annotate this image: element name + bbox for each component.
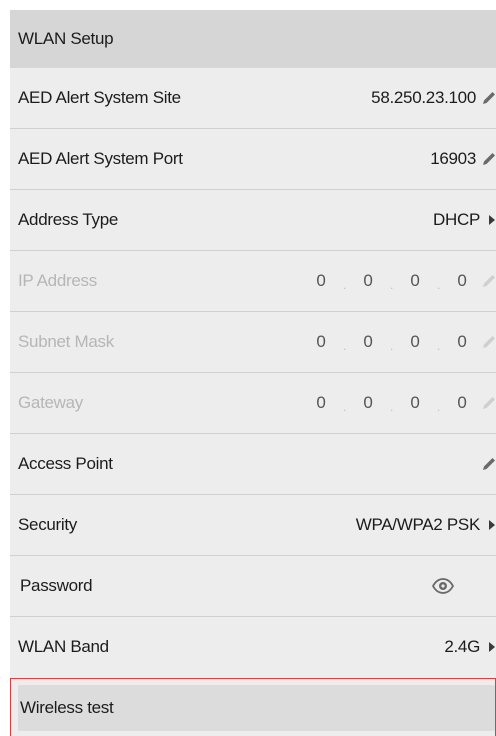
wireless-test-button[interactable]: Wireless test (18, 685, 495, 731)
security-value: WPA/WPA2 PSK (355, 515, 481, 534)
ip-dot: . (389, 278, 394, 292)
ip-octet: 0 (363, 271, 373, 290)
ip-dot: . (389, 339, 394, 353)
ip-octet: 0 (457, 393, 467, 412)
ip-octet: 0 (316, 393, 326, 412)
ip-octet: 0 (410, 393, 420, 412)
wireless-test-focus-frame: Wireless test (10, 678, 496, 736)
ip-address-field: 0 . 0 . 0 . 0 (311, 271, 472, 292)
wlan-setup-panel: WLAN Setup AED Alert System Site 58.250.… (10, 10, 496, 736)
security-label: Security (18, 515, 78, 534)
gateway-field: 0 . 0 . 0 . 0 (311, 393, 472, 414)
ip-octet: 0 (363, 332, 373, 351)
ip-octet: 0 (457, 271, 467, 290)
access-point-label: Access Point (18, 454, 113, 473)
pencil-icon (483, 336, 495, 348)
ip-dot: . (342, 400, 347, 414)
row-wlan-band[interactable]: WLAN Band 2.4G (10, 616, 496, 677)
ip-dot: . (436, 278, 441, 292)
wlan-band-value: 2.4G (444, 637, 480, 656)
ip-octet: 0 (410, 332, 420, 351)
ip-octet: 0 (316, 332, 326, 351)
aed-site-label: AED Alert System Site (18, 88, 181, 107)
ip-dot: . (389, 400, 394, 414)
pencil-icon (483, 397, 495, 409)
subnet-mask-field: 0 . 0 . 0 . 0 (311, 332, 472, 353)
eye-icon[interactable] (432, 578, 454, 594)
aed-port-label: AED Alert System Port (18, 149, 183, 168)
page-title: WLAN Setup (10, 10, 496, 68)
ip-octet: 0 (316, 271, 326, 290)
page-title-text: WLAN Setup (18, 29, 114, 48)
row-gateway: Gateway 0 . 0 . 0 . 0 (10, 372, 496, 433)
pencil-icon[interactable] (482, 152, 496, 166)
row-security[interactable]: Security WPA/WPA2 PSK (10, 494, 496, 555)
address-type-label: Address Type (18, 210, 119, 229)
pencil-icon[interactable] (482, 91, 496, 105)
address-type-value: DHCP (433, 210, 480, 229)
row-aed-port[interactable]: AED Alert System Port 16903 (10, 128, 496, 189)
row-password[interactable]: Password (10, 555, 496, 616)
row-ip-address: IP Address 0 . 0 . 0 . 0 (10, 250, 496, 311)
ip-dot: . (342, 278, 347, 292)
wlan-band-label: WLAN Band (18, 637, 109, 656)
row-subnet-mask: Subnet Mask 0 . 0 . 0 . 0 (10, 311, 496, 372)
ip-octet: 0 (457, 332, 467, 351)
arrow-right-icon[interactable] (486, 641, 496, 653)
pencil-icon (483, 275, 495, 287)
wireless-test-label: Wireless test (20, 698, 114, 717)
ip-dot: . (436, 339, 441, 353)
row-access-point[interactable]: Access Point (10, 433, 496, 494)
pencil-icon[interactable] (482, 457, 496, 471)
ip-octet: 0 (363, 393, 373, 412)
row-aed-site[interactable]: AED Alert System Site 58.250.23.100 (10, 68, 496, 128)
aed-port-value: 16903 (430, 149, 476, 168)
aed-site-value: 58.250.23.100 (371, 88, 476, 107)
ip-dot: . (436, 400, 441, 414)
subnet-mask-label: Subnet Mask (18, 332, 114, 351)
ip-address-label: IP Address (18, 271, 97, 290)
arrow-right-icon[interactable] (486, 214, 496, 226)
row-address-type[interactable]: Address Type DHCP (10, 189, 496, 250)
ip-octet: 0 (410, 271, 420, 290)
ip-dot: . (342, 339, 347, 353)
password-label: Password (20, 576, 93, 595)
arrow-right-icon[interactable] (486, 519, 496, 531)
gateway-label: Gateway (18, 393, 83, 412)
